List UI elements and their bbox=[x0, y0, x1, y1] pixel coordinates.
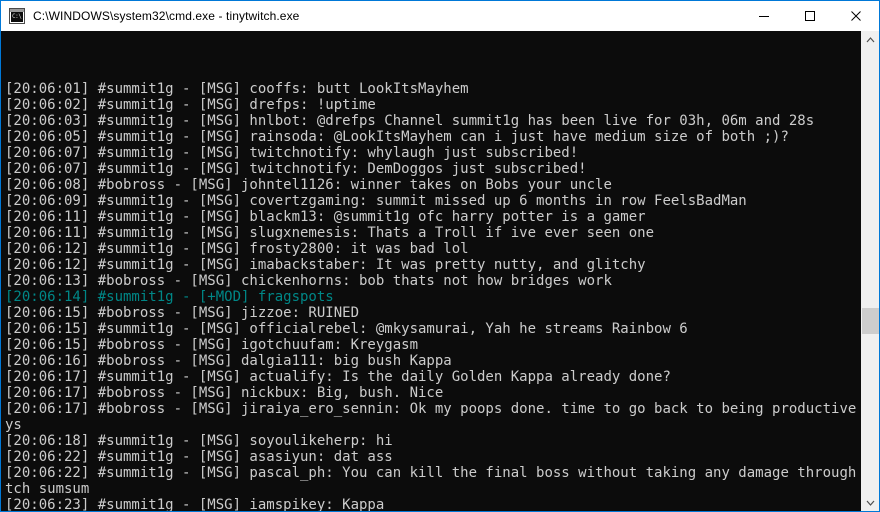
console-line: [20:06:16] #bobross - [MSG] dalgia111: b… bbox=[5, 353, 452, 369]
console-line: [20:06:17] #summit1g - [MSG] actualify: … bbox=[5, 369, 671, 385]
close-icon bbox=[851, 11, 861, 21]
close-button[interactable] bbox=[833, 1, 879, 31]
console-line: [20:06:23] #summit1g - [MSG] iamspikey: … bbox=[5, 497, 385, 511]
console-line: [20:06:07] #summit1g - [MSG] twitchnotif… bbox=[5, 161, 587, 177]
console-line: [20:06:12] #summit1g - [MSG] frosty2800:… bbox=[5, 241, 469, 257]
console-line: [20:06:17] #bobross - [MSG] nickbux: Big… bbox=[5, 385, 444, 401]
console-line: [20:06:11] #summit1g - [MSG] slugxnemesi… bbox=[5, 225, 655, 241]
window-title: C:\WINDOWS\system32\cmd.exe - tinytwitch… bbox=[33, 9, 300, 23]
console-line: [20:06:17] #bobross - [MSG] jiraiya_ero_… bbox=[5, 401, 861, 417]
console-line: tch sumsum bbox=[5, 481, 90, 497]
console-line: [20:06:05] #summit1g - [MSG] rainsoda: @… bbox=[5, 129, 789, 145]
title-bar[interactable]: C:\ C:\WINDOWS\system32\cmd.exe - tinytw… bbox=[1, 1, 879, 31]
minimize-icon bbox=[759, 16, 769, 17]
console-output[interactable]: [20:06:01] #summit1g - [MSG] cooffs: but… bbox=[1, 31, 861, 511]
console-line: [20:06:15] #summit1g - [MSG] officialreb… bbox=[5, 321, 688, 337]
console-line: [20:06:01] #summit1g - [MSG] cooffs: but… bbox=[5, 81, 469, 97]
console-scrollbar[interactable] bbox=[861, 31, 879, 511]
console-line: [20:06:14] #summit1g - [+MOD] fragspots bbox=[5, 289, 334, 305]
chevron-down-icon bbox=[866, 500, 875, 506]
console-line: [20:06:02] #summit1g - [MSG] drefps: !up… bbox=[5, 97, 376, 113]
console-line: [20:06:08] #bobross - [MSG] johntel1126:… bbox=[5, 177, 612, 193]
console-line: [20:06:09] #summit1g - [MSG] covertzgami… bbox=[5, 193, 747, 209]
scrollbar-thumb[interactable] bbox=[862, 308, 879, 334]
minimize-button[interactable] bbox=[741, 1, 787, 31]
maximize-icon bbox=[805, 11, 815, 21]
console-line: [20:06:22] #summit1g - [MSG] asasiyun: d… bbox=[5, 449, 393, 465]
scrollbar-up-button[interactable] bbox=[862, 31, 879, 48]
console-line: [20:06:22] #summit1g - [MSG] pascal_ph: … bbox=[5, 465, 861, 481]
console-line: [20:06:13] #bobross - [MSG] chickenhorns… bbox=[5, 273, 612, 289]
scrollbar-track[interactable] bbox=[862, 48, 879, 494]
console-line: ys bbox=[5, 417, 22, 433]
cmd-window: C:\ C:\WINDOWS\system32\cmd.exe - tinytw… bbox=[0, 0, 880, 512]
console-line: [20:06:07] #summit1g - [MSG] twitchnotif… bbox=[5, 145, 579, 161]
cmd-console-icon: C:\ bbox=[9, 8, 25, 24]
chevron-up-icon bbox=[866, 36, 875, 42]
console-line: [20:06:03] #summit1g - [MSG] hnlbot: @dr… bbox=[5, 113, 815, 129]
console-line: [20:06:12] #summit1g - [MSG] imabackstab… bbox=[5, 257, 646, 273]
console-line: [20:06:15] #bobross - [MSG] jizzoe: RUIN… bbox=[5, 305, 360, 321]
maximize-button[interactable] bbox=[787, 1, 833, 31]
console-line: [20:06:18] #summit1g - [MSG] soyoulikehe… bbox=[5, 433, 393, 449]
cmd-icon-prompt-text: C:\ bbox=[11, 12, 23, 22]
console-area: [20:06:01] #summit1g - [MSG] cooffs: but… bbox=[1, 31, 879, 511]
console-line: [20:06:15] #bobross - [MSG] igotchuufam:… bbox=[5, 337, 419, 353]
console-line: [20:06:11] #summit1g - [MSG] blackm13: @… bbox=[5, 209, 646, 225]
scrollbar-down-button[interactable] bbox=[862, 494, 879, 511]
window-controls bbox=[741, 1, 879, 31]
